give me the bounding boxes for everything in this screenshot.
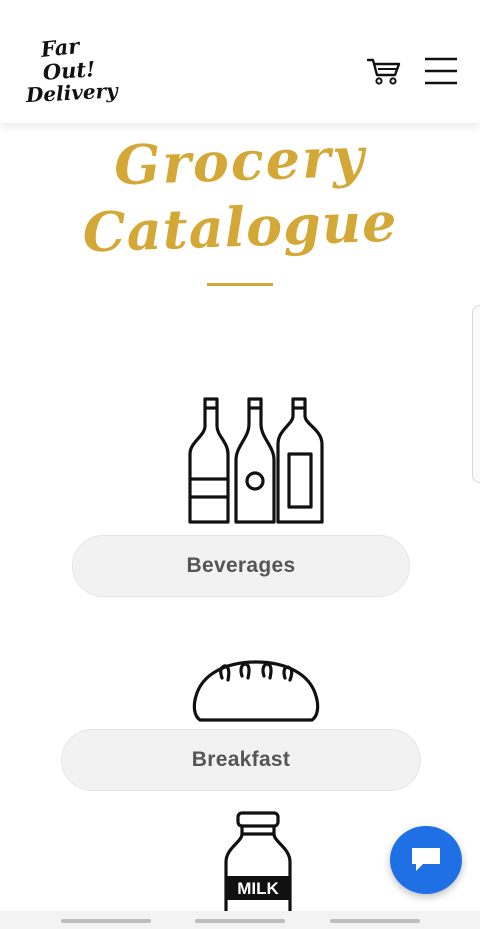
page-title: Grocery Catalogue <box>0 125 480 265</box>
chat-button[interactable] <box>390 826 462 894</box>
category-button-breakfast[interactable]: Breakfast <box>61 729 421 791</box>
milk-bottle-icon: MILK <box>224 811 292 920</box>
milk-label: MILK <box>237 879 279 898</box>
cart-icon[interactable] <box>366 56 402 86</box>
bottom-navigation-bar <box>0 911 480 929</box>
side-panel-handle[interactable] <box>472 305 480 483</box>
bread-icon <box>192 660 320 722</box>
title-divider <box>207 283 273 286</box>
bottom-bar-segment <box>195 919 285 923</box>
bottles-icon <box>188 397 324 524</box>
logo-line-delivery: Delivery <box>25 78 119 108</box>
hamburger-menu-icon[interactable] <box>423 56 459 86</box>
bottom-bar-segment <box>61 919 151 923</box>
chat-bubble-icon <box>412 848 440 871</box>
category-button-beverages[interactable]: Beverages <box>72 535 410 597</box>
site-header: Far Out! Delivery <box>0 0 480 123</box>
logo[interactable]: Far Out! Delivery <box>25 33 119 114</box>
bottom-bar-segment <box>330 919 420 923</box>
